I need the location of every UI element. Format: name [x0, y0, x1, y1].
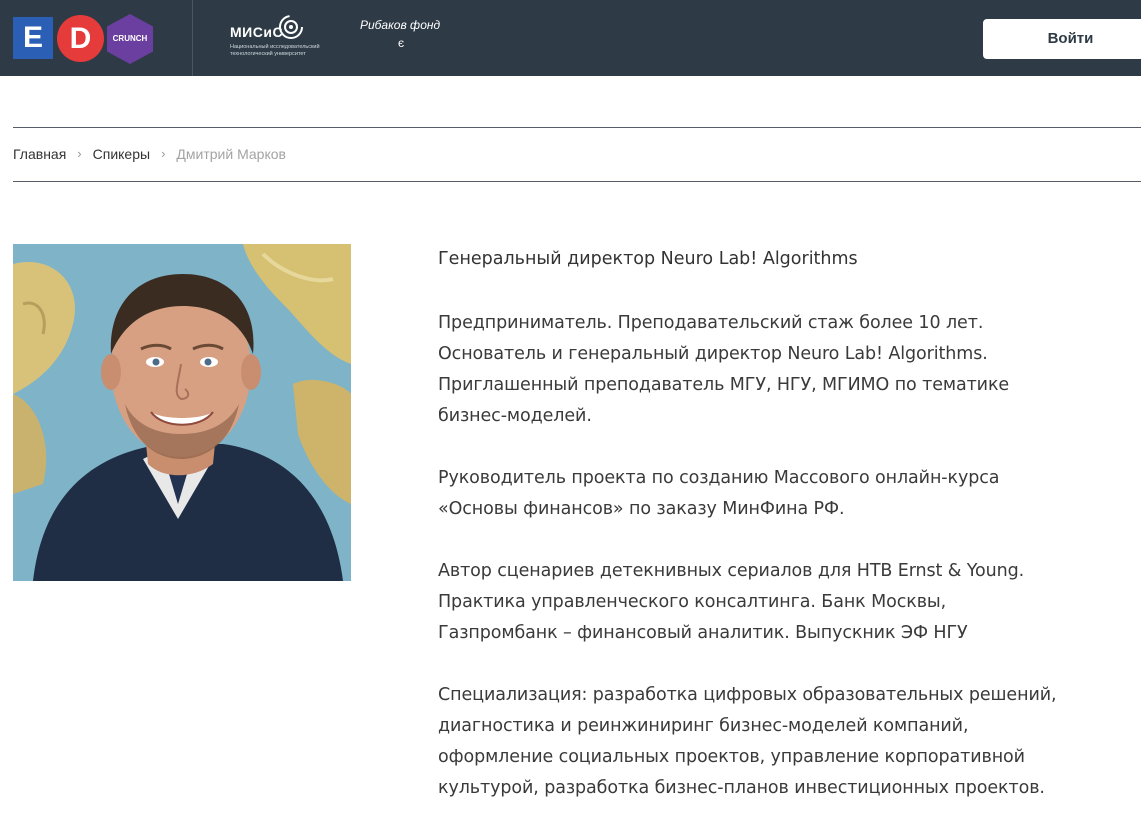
bio-line: бизнес-моделей. [438, 406, 592, 426]
breadcrumb-speakers[interactable]: Спикеры [93, 145, 150, 163]
bio-line: оформление социальных проектов, управлен… [438, 747, 1025, 767]
speaker-photo [13, 244, 351, 581]
breadcrumb-current: Дмитрий Марков [176, 146, 286, 162]
bio-line: Газпромбанк – финансовый аналитик. Выпус… [438, 623, 968, 643]
fond-mark-icon: є [398, 36, 405, 50]
site-header: E D CRUNCH МИСиС Национальный исследоват… [0, 0, 1141, 76]
bio-paragraph: Специализация: разработка цифровых образ… [438, 680, 1128, 804]
bio-paragraph: Автор сценариев детекнивных сериалов для… [438, 556, 1128, 649]
misis-subtitle: Национальный исследовательский технологи… [230, 44, 320, 57]
bio-paragraph: Предприниматель. Преподавательский стаж … [438, 308, 1128, 432]
breadcrumb: Главная › Спикеры › Дмитрий Марков [13, 145, 286, 163]
login-button[interactable]: Войти [983, 19, 1141, 59]
bio-line: «Основы финансов» по заказу МинФина РФ. [438, 499, 845, 519]
breadcrumb-top-divider [13, 127, 1141, 128]
fond-name: Рибаков фонд [360, 18, 441, 32]
misis-ring-icon [279, 15, 303, 39]
crunch-label: CRUNCH [112, 34, 148, 43]
bio-line: культурой, разработка бизнес-планов инве… [438, 778, 1045, 798]
breadcrumb-separator: › [161, 146, 166, 161]
bio-line: диагностика и реинжиниринг бизнес-моделе… [438, 716, 969, 736]
edcrunch-logo-crunch[interactable]: CRUNCH [107, 14, 153, 64]
breadcrumb-home[interactable]: Главная [13, 145, 66, 163]
edcrunch-logo-e[interactable]: E [13, 17, 53, 59]
bio-line: Специализация: разработка цифровых образ… [438, 685, 1057, 705]
edcrunch-logo-d[interactable]: D [57, 15, 104, 62]
speaker-bio: Генеральный директор Neuro Lab! Algorith… [438, 246, 1128, 824]
bio-line: Основатель и генеральный директор Neuro … [438, 344, 988, 364]
speaker-title: Генеральный директор Neuro Lab! Algorith… [438, 249, 858, 269]
breadcrumb-bottom-divider [13, 181, 1141, 182]
breadcrumb-separator: › [77, 146, 82, 161]
misis-logo[interactable]: МИСиС Национальный исследовательский тех… [230, 14, 330, 60]
bio-line: Практика управленческого консалтинга. Ба… [438, 592, 947, 612]
bio-line: Приглашенный преподаватель МГУ, НГУ, МГИ… [438, 375, 1010, 395]
bio-line: Предприниматель. Преподавательский стаж … [438, 313, 984, 333]
fond-logo[interactable]: Рибаков фонд є [360, 18, 460, 52]
misis-name: МИСиС [230, 24, 284, 40]
header-divider [192, 0, 193, 76]
bio-line: Автор сценариев детекнивных сериалов для… [438, 561, 1025, 581]
bio-line: Руководитель проекта по созданию Массово… [438, 468, 1000, 488]
bio-paragraph: Руководитель проекта по созданию Массово… [438, 463, 1128, 525]
